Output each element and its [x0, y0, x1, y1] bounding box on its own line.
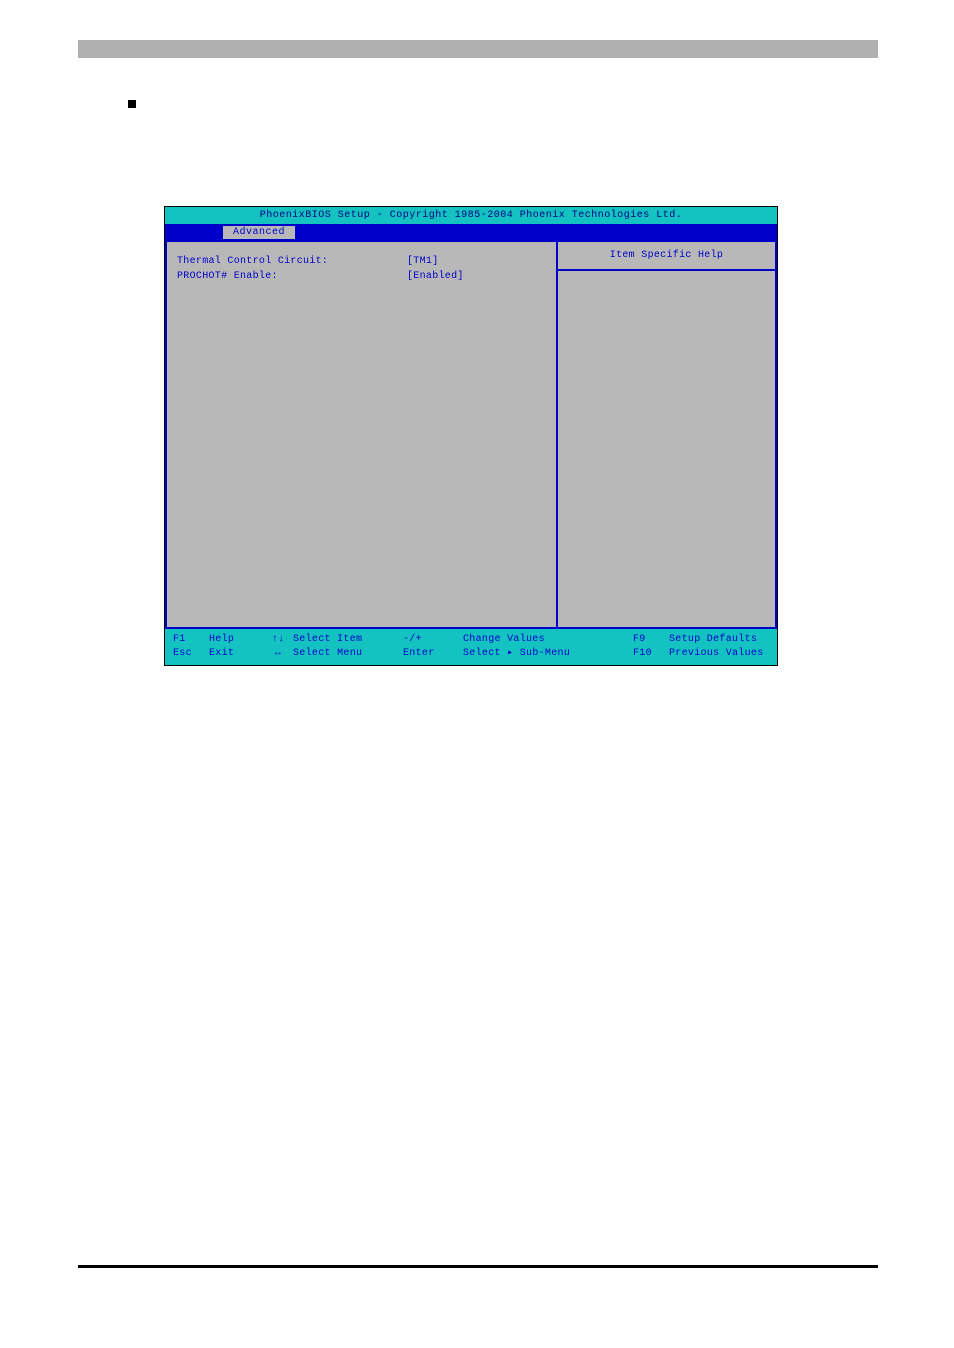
bios-setup-window: PhoenixBIOS Setup - Copyright 1985-2004 … — [164, 206, 778, 666]
bullet-heading — [128, 95, 148, 113]
action-select-submenu: Select ▸ Sub-Menu — [463, 647, 633, 661]
setting-prochot-enable[interactable]: PROCHOT# Enable: [Enabled] — [177, 271, 546, 282]
page-header-bar — [78, 40, 878, 58]
action-help: Help — [209, 633, 263, 647]
action-select-menu: Select Menu — [293, 647, 403, 661]
key-esc: Esc — [173, 647, 209, 661]
action-exit: Exit — [209, 647, 263, 661]
action-change-values: Change Values — [463, 633, 633, 647]
bullet-square-icon — [128, 100, 136, 108]
settings-panel: Thermal Control Circuit: [TM1] PROCHOT# … — [167, 242, 556, 627]
setting-thermal-control[interactable]: Thermal Control Circuit: [TM1] — [177, 256, 546, 267]
help-panel: Item Specific Help — [556, 242, 775, 627]
action-previous-values: Previous Values — [669, 647, 764, 661]
setting-value[interactable]: [TM1] — [407, 256, 439, 267]
page-footer-line — [78, 1265, 878, 1268]
help-title: Item Specific Help — [558, 242, 775, 271]
key-minus-plus: -/+ — [403, 633, 463, 647]
key-f1: F1 — [173, 633, 209, 647]
action-setup-defaults: Setup Defaults — [669, 633, 757, 647]
bios-body: Thermal Control Circuit: [TM1] PROCHOT# … — [165, 240, 777, 629]
tab-advanced[interactable]: Advanced — [223, 226, 295, 239]
bios-title-bar: PhoenixBIOS Setup - Copyright 1985-2004 … — [165, 207, 777, 224]
setting-value[interactable]: [Enabled] — [407, 271, 464, 282]
setting-label: PROCHOT# Enable: — [177, 271, 407, 282]
bios-footer: F1 Help ↑↓ Select Item -/+ Change Values… — [165, 629, 777, 665]
key-f9: F9 — [633, 633, 669, 647]
key-enter: Enter — [403, 647, 463, 661]
setting-label: Thermal Control Circuit: — [177, 256, 407, 267]
bios-menu-bar[interactable]: Advanced — [165, 224, 777, 240]
footer-row-1: F1 Help ↑↓ Select Item -/+ Change Values… — [173, 633, 769, 647]
key-f10: F10 — [633, 647, 669, 661]
updown-arrow-icon: ↑↓ — [263, 633, 293, 647]
footer-row-2: Esc Exit ↔ Select Menu Enter Select ▸ Su… — [173, 647, 769, 661]
action-select-item: Select Item — [293, 633, 403, 647]
leftright-arrow-icon: ↔ — [263, 647, 293, 661]
